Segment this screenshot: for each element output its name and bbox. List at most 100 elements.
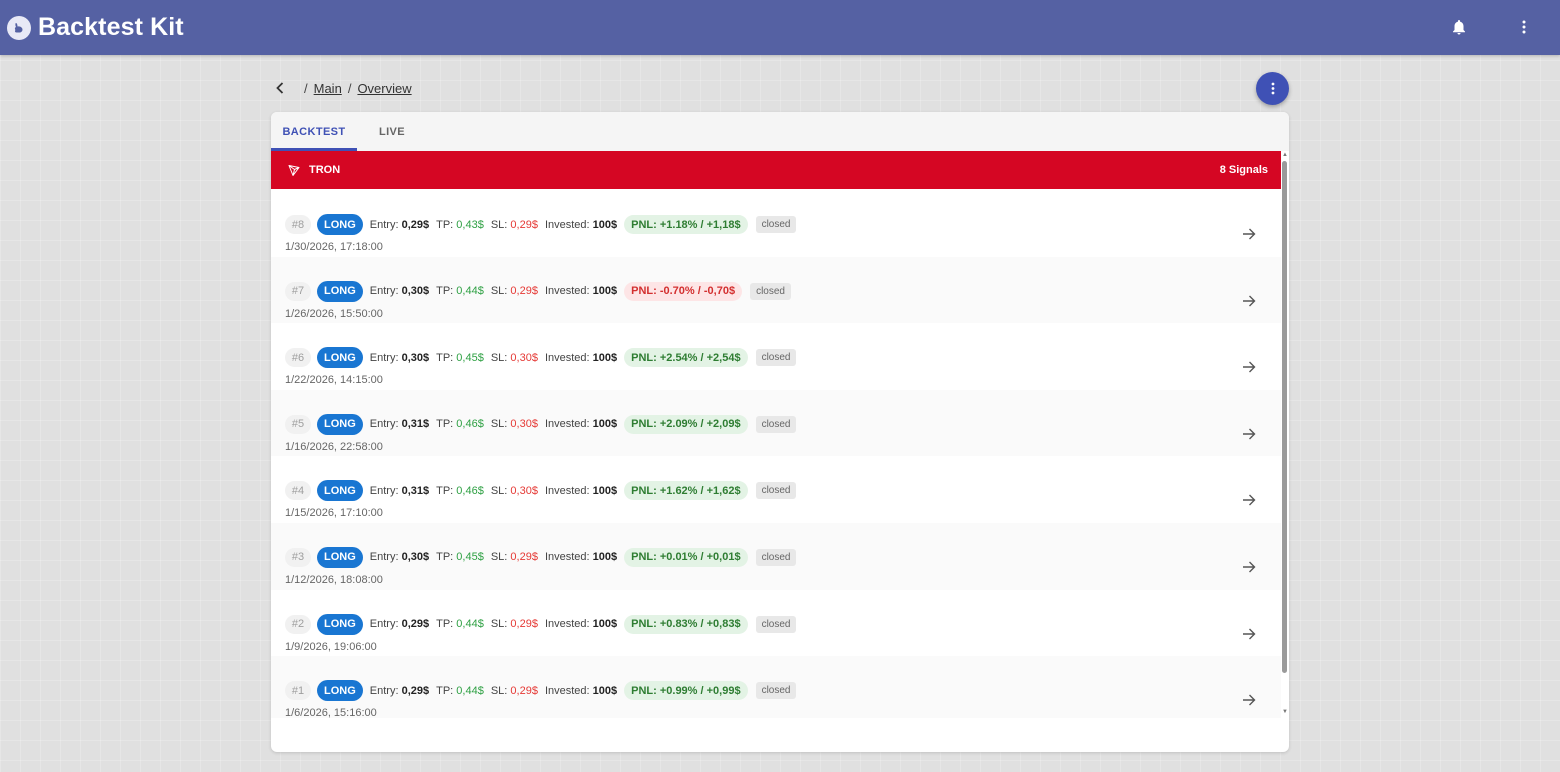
tp-label: TP:: [436, 285, 454, 298]
side-badge: LONG: [317, 214, 363, 235]
entry-value: 0,30$: [401, 351, 430, 364]
entry-field: Entry: 0,29$: [370, 618, 429, 630]
scrollbar-thumb[interactable]: [1282, 161, 1287, 673]
open-signal-button[interactable]: [1241, 559, 1257, 575]
signal-number: #4: [285, 481, 311, 501]
pnl-badge: PNL: +0.99% / +0,99$: [624, 681, 748, 701]
signal-row[interactable]: #3 LONG Entry: 0,30$ TP: 0,45$ SL: 0,29$…: [271, 522, 1281, 590]
invested-field: Invested: 100$: [545, 685, 617, 697]
app-logo[interactable]: Backtest Kit: [0, 13, 184, 42]
tab-bar: BACKTEST LIVE: [271, 112, 1289, 151]
app-title: Backtest Kit: [38, 13, 184, 41]
open-signal-button[interactable]: [1241, 692, 1257, 708]
tp-value: 0,44$: [456, 684, 484, 697]
signal-row[interactable]: #2 LONG Entry: 0,29$ TP: 0,44$ SL: 0,29$…: [271, 590, 1281, 657]
signal-row[interactable]: #6 LONG Entry: 0,30$ TP: 0,45$ SL: 0,30$…: [271, 323, 1281, 390]
entry-label: Entry:: [369, 218, 399, 231]
entry-label: Entry:: [369, 484, 399, 497]
sl-value: 0,29$: [510, 618, 538, 631]
tp-value: 0,44$: [456, 618, 484, 631]
status-badge: closed: [755, 482, 797, 500]
open-signal-button[interactable]: [1241, 426, 1257, 442]
entry-value: 0,30$: [401, 551, 430, 564]
open-signal-button[interactable]: [1241, 293, 1257, 309]
entry-field: Entry: 0,31$: [370, 418, 429, 430]
scroll-down-arrow-icon[interactable]: ▼: [1282, 709, 1288, 715]
breadcrumb-separator: /: [304, 80, 308, 96]
open-signal-button[interactable]: [1241, 492, 1257, 508]
arrow-right-icon: [1243, 628, 1256, 640]
open-signal-button[interactable]: [1241, 626, 1257, 642]
open-signal-button[interactable]: [1241, 359, 1257, 375]
status-badge: closed: [750, 282, 791, 300]
signal-row[interactable]: #1 LONG Entry: 0,29$ TP: 0,44$ SL: 0,29$…: [271, 656, 1281, 718]
sl-value: 0,29$: [510, 551, 538, 564]
status-badge: closed: [755, 615, 797, 633]
bell-icon: [1453, 20, 1465, 35]
back-button[interactable]: [276, 81, 290, 95]
signal-row[interactable]: #8 LONG Entry: 0,29$ TP: 0,43$ SL: 0,29$…: [271, 190, 1281, 257]
open-signal-button[interactable]: [1241, 226, 1257, 242]
invested-value: 100$: [592, 218, 618, 231]
chevron-left-icon: [276, 82, 284, 94]
signal-row[interactable]: #4 LONG Entry: 0,31$ TP: 0,46$ SL: 0,30$…: [271, 456, 1281, 523]
signal-row[interactable]: #7 LONG Entry: 0,30$ TP: 0,44$ SL: 0,29$…: [271, 256, 1281, 324]
pnl-badge: PNL: +1.18% / +1,18$: [624, 215, 748, 234]
sl-label: SL:: [490, 618, 508, 631]
invested-label: Invested:: [544, 351, 590, 364]
entry-label: Entry:: [369, 618, 399, 631]
signal-row[interactable]: #5 LONG Entry: 0,31$ TP: 0,46$ SL: 0,30$…: [271, 389, 1281, 457]
tab-live[interactable]: LIVE: [357, 112, 427, 151]
signal-number: #3: [285, 547, 311, 567]
invested-field: Invested: 100$: [545, 285, 617, 297]
sl-label: SL:: [490, 351, 508, 364]
breadcrumb-main-link[interactable]: Main: [314, 81, 342, 96]
symbol-banner: TRON 8 Signals: [271, 151, 1281, 189]
notifications-button[interactable]: [1449, 17, 1469, 37]
entry-field: Entry: 0,30$: [370, 285, 429, 297]
symbol-name: TRON: [309, 164, 341, 176]
entry-label: Entry:: [369, 285, 399, 298]
tp-field: TP: 0,44$: [436, 618, 484, 630]
breadcrumb-overview-link[interactable]: Overview: [357, 81, 411, 96]
tp-field: TP: 0,43$: [436, 219, 484, 231]
entry-field: Entry: 0,29$: [370, 685, 429, 697]
page-actions-button[interactable]: [1256, 72, 1289, 105]
signal-date: 1/12/2026, 18:08:00: [285, 573, 383, 586]
more-vert-icon: [1522, 20, 1526, 34]
arrow-right-icon: [1243, 694, 1256, 706]
tron-icon: [288, 164, 300, 176]
tp-value: 0,45$: [456, 351, 484, 364]
tab-backtest[interactable]: BACKTEST: [271, 112, 357, 151]
tp-field: TP: 0,46$: [436, 485, 484, 497]
side-badge: LONG: [317, 546, 363, 568]
sl-label: SL:: [490, 418, 508, 431]
sl-value: 0,30$: [510, 484, 538, 497]
signal-date: 1/22/2026, 14:15:00: [285, 374, 383, 387]
signal-summary: #6 LONG Entry: 0,30$ TP: 0,45$ SL: 0,30$…: [285, 347, 797, 369]
invested-label: Invested:: [544, 418, 590, 431]
arrow-right-icon: [1243, 228, 1256, 240]
pnl-badge: PNL: -0.70% / -0,70$: [624, 281, 743, 301]
arrow-right-icon: [1243, 494, 1256, 506]
sl-value: 0,29$: [510, 684, 538, 697]
entry-field: Entry: 0,30$: [370, 551, 429, 563]
arrow-right-icon: [1243, 428, 1256, 440]
status-badge: closed: [755, 216, 797, 233]
sl-value: 0,29$: [510, 218, 538, 231]
signal-summary: #1 LONG Entry: 0,29$ TP: 0,44$ SL: 0,29$…: [285, 680, 797, 702]
signal-date: 1/6/2026, 15:16:00: [285, 707, 377, 718]
signal-summary: #4 LONG Entry: 0,31$ TP: 0,46$ SL: 0,30$…: [285, 480, 797, 502]
signal-number: #8: [285, 215, 311, 234]
signal-summary: #8 LONG Entry: 0,29$ TP: 0,43$ SL: 0,29$…: [285, 214, 797, 235]
tp-field: TP: 0,45$: [436, 352, 484, 364]
pnl-badge: PNL: +0.01% / +0,01$: [624, 547, 748, 567]
sl-label: SL:: [490, 551, 508, 564]
invested-value: 100$: [592, 684, 618, 697]
app-menu-button[interactable]: [1514, 17, 1534, 37]
sl-label: SL:: [490, 684, 508, 697]
scroll-up-arrow-icon[interactable]: ▲: [1282, 152, 1288, 158]
tp-label: TP:: [436, 218, 454, 231]
side-badge: LONG: [317, 347, 363, 369]
signal-number: #1: [285, 681, 311, 701]
